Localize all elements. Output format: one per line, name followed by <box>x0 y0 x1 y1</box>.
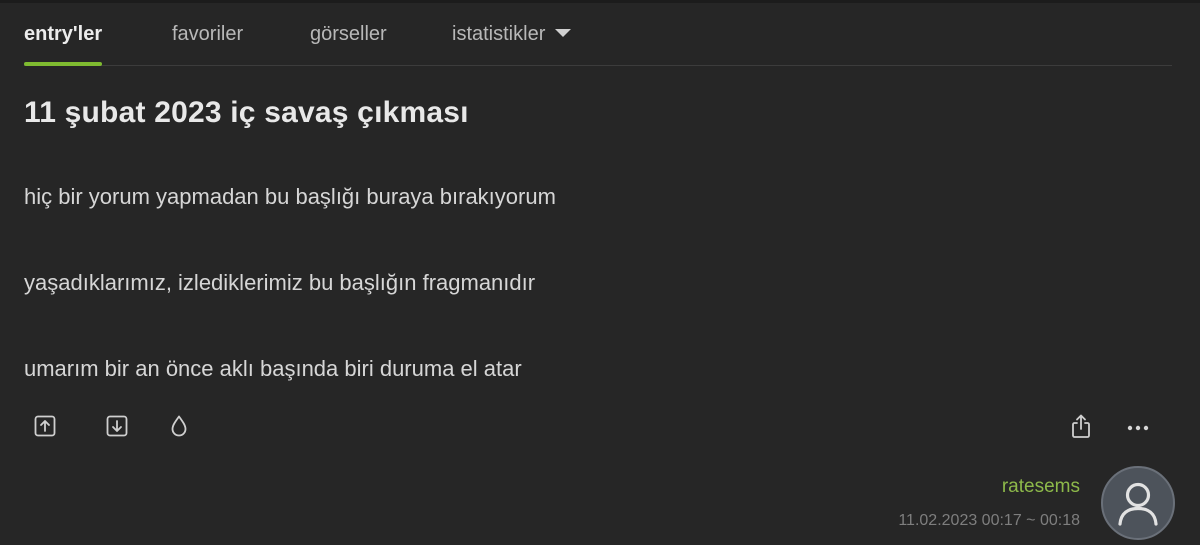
more-dots-icon <box>1127 425 1149 431</box>
tab-images[interactable]: görseller <box>310 18 387 65</box>
caret-down-icon <box>555 29 572 37</box>
entry-paragraph: umarım bir an önce aklı başında biri dur… <box>24 356 522 381</box>
entry-page: entry'ler favoriler görseller istatistik… <box>0 0 1200 545</box>
arrow-down-box-icon <box>106 415 128 437</box>
tab-favorites[interactable]: favoriler <box>172 18 243 65</box>
avatar[interactable] <box>1101 466 1175 540</box>
downvote-button[interactable] <box>103 412 131 440</box>
tab-images-label: görseller <box>310 23 387 45</box>
more-button[interactable] <box>1124 412 1152 440</box>
drop-icon <box>171 415 187 437</box>
author-username[interactable]: ratesems <box>1002 476 1080 498</box>
user-icon <box>1118 482 1158 526</box>
tab-statistics[interactable]: istatistikler <box>452 18 572 65</box>
upvote-button[interactable] <box>31 412 59 440</box>
tab-favorites-label: favoriler <box>172 23 244 45</box>
entry-paragraph: yaşadıklarımız, izlediklerimiz bu başlığ… <box>24 270 536 295</box>
entry-timestamp[interactable]: 11.02.2023 00:17 ~ 00:18 <box>898 512 1080 530</box>
tab-entries[interactable]: entry'ler <box>24 18 103 66</box>
topic-title[interactable]: 11 şubat 2023 iç savaş çıkması <box>24 96 469 130</box>
drop-button[interactable] <box>165 412 193 440</box>
tab-entries-label: entry'ler <box>24 23 103 45</box>
share-icon <box>1072 414 1090 438</box>
arrow-up-box-icon <box>34 415 56 437</box>
tab-statistics-label: istatistikler <box>452 23 546 45</box>
share-button[interactable] <box>1067 412 1095 440</box>
top-edge <box>0 0 1200 3</box>
tab-bar: entry'ler favoriler görseller istatistik… <box>24 18 1172 66</box>
entry-paragraph: hiç bir yorum yapmadan bu başlığı buraya… <box>24 184 556 209</box>
